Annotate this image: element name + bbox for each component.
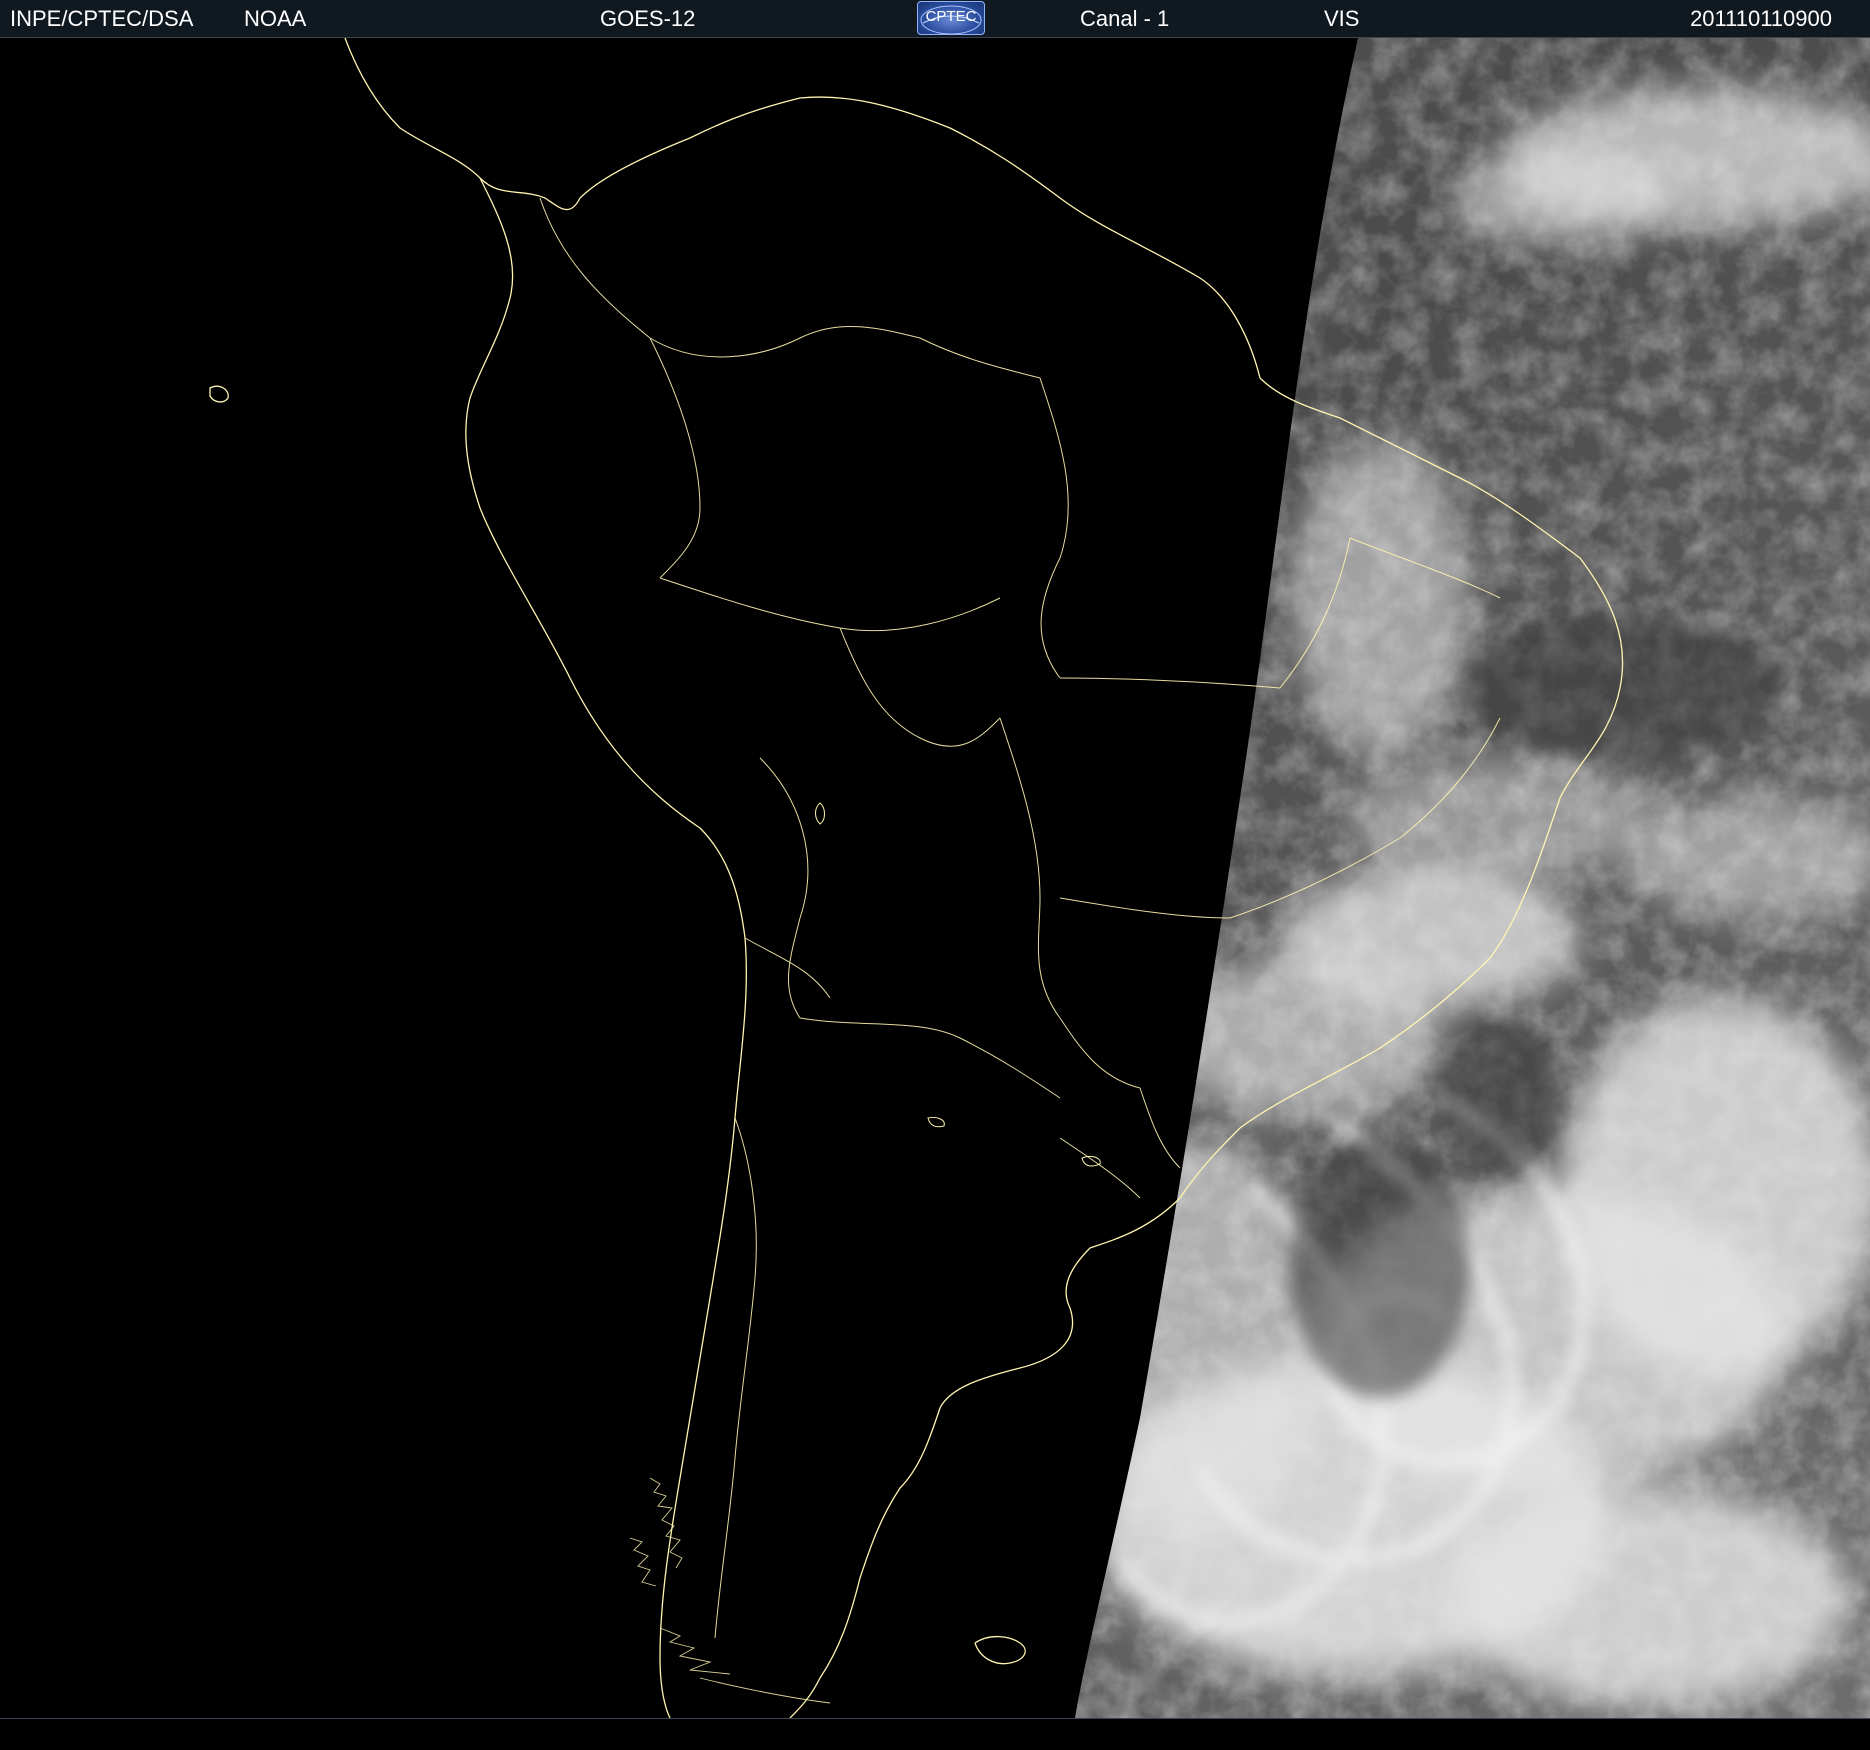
band-label: VIS bbox=[1324, 6, 1360, 31]
cptec-logo-graphic: CPTEC bbox=[920, 5, 982, 35]
header-bar: INPE/CPTEC/DSA NOAA GOES-12 CPTEC Canal … bbox=[0, 0, 1870, 38]
source-label: NOAA bbox=[244, 6, 307, 31]
agency-label: INPE/CPTEC/DSA bbox=[10, 6, 194, 31]
timestamp-label: 201110110900 bbox=[1690, 6, 1832, 31]
channel-label: Canal - 1 bbox=[1080, 6, 1170, 31]
cptec-logo: CPTEC bbox=[917, 1, 985, 35]
logo-text: CPTEC bbox=[926, 8, 977, 25]
satellite-label: GOES-12 bbox=[600, 6, 696, 31]
satellite-image bbox=[0, 38, 1870, 1718]
satellite-map[interactable] bbox=[0, 37, 1870, 1719]
